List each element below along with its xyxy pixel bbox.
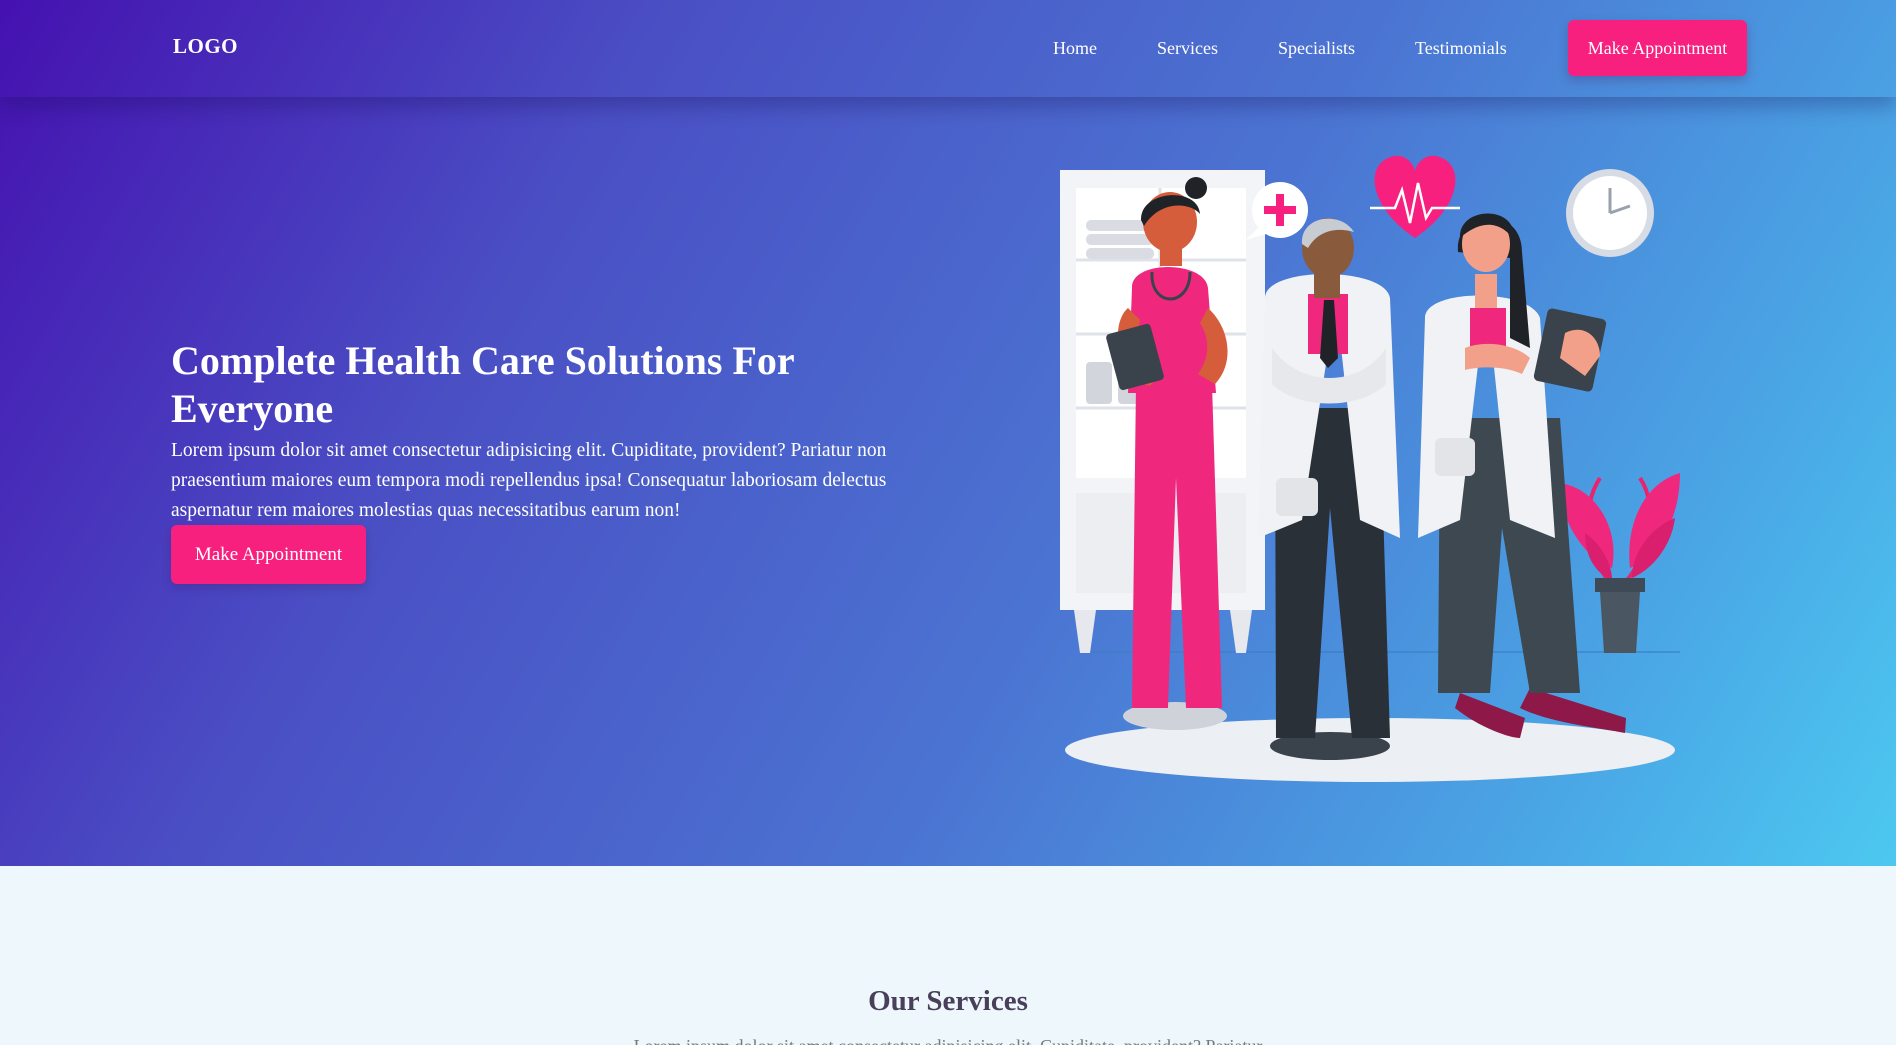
hero-section: LOGO Home Services Specialists Testimoni… [0,0,1896,866]
nav-link-testimonials[interactable]: Testimonials [1415,38,1507,59]
nav-link-specialists[interactable]: Specialists [1278,38,1355,59]
hero-make-appointment-button[interactable]: Make Appointment [171,525,366,584]
services-title: Our Services [868,985,1028,1017]
plant [1560,473,1680,653]
hero-title: Complete Health Care Solutions For Every… [171,338,794,431]
heart-pulse-icon [1370,155,1460,238]
nav-link-services[interactable]: Services [1157,38,1218,59]
services-subtitle: Lorem ipsum dolor sit amet consectetur a… [0,1036,1896,1045]
nav-make-appointment-button[interactable]: Make Appointment [1568,20,1747,76]
nav-link-home[interactable]: Home [1053,38,1097,59]
doctors-illustration [1060,155,1680,782]
clock-icon [1566,169,1654,257]
navbar: LOGO Home Services Specialists Testimoni… [0,0,1896,97]
hero-description: Lorem ipsum dolor sit amet consectetur a… [171,440,887,521]
male-doctor-figure [1258,218,1400,760]
female-doctor-figure [1418,213,1626,738]
